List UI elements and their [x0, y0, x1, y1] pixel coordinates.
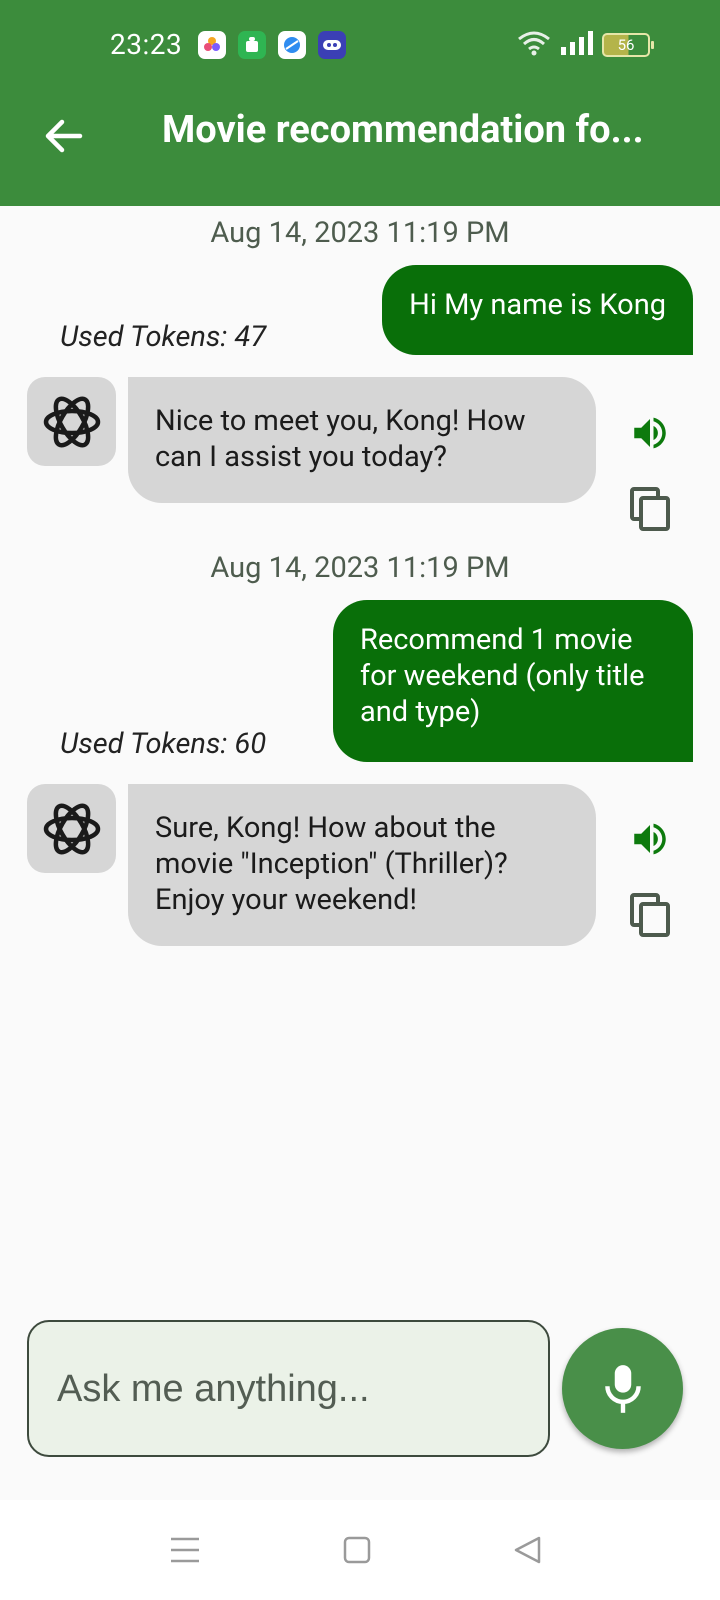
copy-icon: [630, 893, 670, 937]
recent-apps-button[interactable]: [165, 1530, 205, 1570]
status-bar: 23:23 56: [0, 0, 720, 90]
microphone-icon: [604, 1364, 641, 1413]
bot-message-bubble[interactable]: Nice to meet you, Kong! How can I assist…: [128, 377, 596, 503]
app-bar: 23:23 56 Movie recommendation fo...: [0, 0, 720, 206]
message-timestamp: Aug 14, 2023 11:19 PM: [210, 216, 510, 250]
message-input[interactable]: [55, 1322, 529, 1457]
status-indicators: 56: [516, 30, 654, 60]
message-timestamp: Aug 14, 2023 11:19 PM: [210, 551, 510, 585]
bot-message-text: Nice to meet you, Kong! How can I assist…: [155, 404, 526, 474]
battery-icon: 56: [602, 33, 654, 57]
openai-logo-icon: [43, 803, 100, 854]
speak-button[interactable]: [624, 813, 676, 865]
bot-message-text: Sure, Kong! How about the movie "Incepti…: [155, 811, 508, 917]
home-button[interactable]: [337, 1530, 377, 1570]
status-time: 23:23: [110, 28, 183, 61]
bot-message-bubble[interactable]: Sure, Kong! How about the movie "Incepti…: [128, 784, 596, 946]
speak-button[interactable]: [624, 407, 676, 459]
bot-avatar: [27, 784, 116, 873]
menu-icon: [171, 1537, 199, 1563]
user-message-bubble[interactable]: Recommend 1 movie for weekend (only titl…: [333, 600, 693, 762]
photos-app-icon: [198, 31, 226, 59]
triangle-back-icon: [514, 1536, 541, 1564]
used-tokens-label: Used Tokens: 60: [60, 727, 267, 761]
message-input-container: [27, 1320, 550, 1457]
wifi-icon: [516, 30, 552, 60]
volume-icon: [634, 417, 666, 449]
page-title: Movie recommendation fo...: [162, 108, 644, 152]
microphone-button[interactable]: [562, 1328, 683, 1449]
signal-icon: [560, 31, 594, 59]
volume-icon: [634, 823, 666, 855]
android-app-icon: [238, 31, 266, 59]
square-icon: [343, 1536, 371, 1564]
back-button[interactable]: [40, 112, 88, 160]
user-message-text: Recommend 1 movie for weekend (only titl…: [360, 623, 645, 729]
system-navigation-bar: [0, 1500, 720, 1600]
copy-icon: [630, 487, 670, 531]
bot-avatar: [27, 377, 116, 466]
user-message-text: Hi My name is Kong: [409, 288, 666, 322]
browser-app-icon: [278, 31, 306, 59]
openai-logo-icon: [43, 396, 100, 447]
back-nav-button[interactable]: [508, 1530, 548, 1570]
user-message-bubble[interactable]: Hi My name is Kong: [382, 265, 693, 355]
battery-level: 56: [617, 36, 635, 54]
copy-button[interactable]: [624, 483, 676, 535]
used-tokens-label: Used Tokens: 47: [60, 320, 267, 354]
arrow-left-icon: [45, 119, 83, 153]
game-app-icon: [318, 31, 346, 59]
copy-button[interactable]: [624, 889, 676, 941]
